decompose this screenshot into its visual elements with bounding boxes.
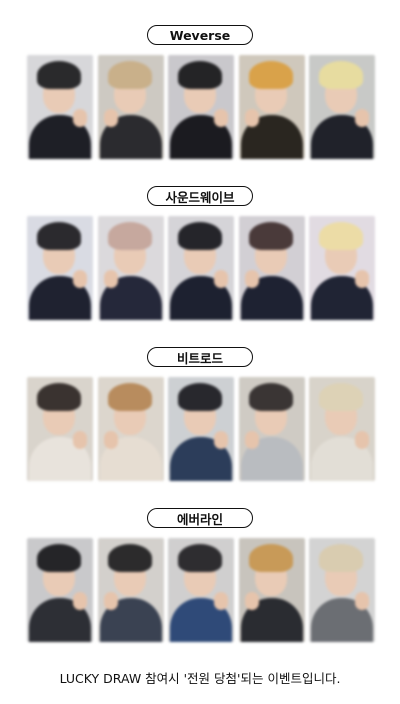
photocard-figure-hair: [178, 222, 222, 250]
photocard-figure-hair: [248, 222, 293, 250]
photocard-figure-hair: [319, 222, 363, 250]
photocard-figure-hand: [244, 109, 259, 127]
photocard-figure-hand: [355, 592, 369, 610]
photocard-image: [309, 377, 375, 481]
photocard-figure-hair: [107, 222, 152, 250]
photocard-figure-hair: [107, 383, 152, 411]
photocard-figure-hand: [73, 270, 87, 288]
photocard-image: [168, 55, 234, 159]
photocard-image: [238, 377, 305, 481]
photocard-row: [27, 55, 375, 159]
photocard-figure-hair: [178, 61, 222, 89]
photocard-image: [97, 216, 164, 320]
photocard-figure-hair: [37, 61, 81, 89]
photocard-image: [27, 538, 93, 642]
photocard-image: [27, 377, 93, 481]
photocard-figure-hand: [73, 431, 87, 449]
store-label-pill: 비트로드: [147, 347, 253, 367]
photocard-figure-hair: [178, 544, 222, 572]
photocard-image: [168, 377, 234, 481]
photocard-figure-hair: [319, 544, 363, 572]
photocard-image: [27, 55, 93, 159]
photocard-image: [27, 216, 93, 320]
photocard-figure-hand: [103, 270, 118, 288]
photocard-figure-hair: [248, 383, 293, 411]
photocard-figure-hand: [103, 109, 118, 127]
photocard-figure-hand: [214, 270, 228, 288]
photocard-event-page: Weverse 사운드웨이브 비트로드 에버라인 LUCKY DRAW 참여시 …: [0, 0, 400, 704]
photocard-row: [27, 216, 375, 320]
photocard-image: [309, 538, 375, 642]
photocard-image: [238, 216, 305, 320]
photocard-row: [27, 377, 375, 481]
photocard-image: [168, 216, 234, 320]
event-notice-text: LUCKY DRAW 참여시 '전원 당첨'되는 이벤트입니다.: [59, 671, 341, 686]
photocard-image: [168, 538, 234, 642]
photocard-figure-hand: [355, 109, 369, 127]
photocard-image: [97, 55, 164, 159]
photocard-figure-hair: [319, 383, 363, 411]
photocard-image: [238, 55, 305, 159]
photocard-figure-hair: [319, 61, 363, 89]
photocard-figure-hand: [244, 592, 259, 610]
store-label-pill: 사운드웨이브: [147, 186, 253, 206]
store-label-pill: 에버라인: [147, 508, 253, 528]
photocard-figure-hand: [103, 431, 118, 449]
photocard-figure-hand: [214, 109, 228, 127]
photocard-figure-hand: [355, 431, 369, 449]
photocard-figure-hair: [37, 544, 81, 572]
photocard-figure-hand: [214, 592, 228, 610]
photocard-image: [97, 538, 164, 642]
photocard-figure-hair: [107, 544, 152, 572]
photocard-figure-hand: [355, 270, 369, 288]
photocard-figure-hand: [73, 109, 87, 127]
photocard-figure-hair: [248, 61, 293, 89]
photocard-figure-hand: [214, 431, 228, 449]
photocard-figure-hair: [37, 383, 81, 411]
photocard-figure-hair: [248, 544, 293, 572]
photocard-row: [27, 538, 375, 642]
photocard-figure-hand: [103, 592, 118, 610]
photocard-image: [97, 377, 164, 481]
photocard-figure-hand: [244, 270, 259, 288]
photocard-figure-hair: [178, 383, 222, 411]
photocard-figure-hair: [107, 61, 152, 89]
photocard-figure-hand: [73, 592, 87, 610]
photocard-image: [238, 538, 305, 642]
photocard-figure-hair: [37, 222, 81, 250]
photocard-image: [309, 216, 375, 320]
photocard-figure-hand: [244, 431, 259, 449]
store-label-pill: Weverse: [147, 25, 253, 45]
photocard-image: [309, 55, 375, 159]
